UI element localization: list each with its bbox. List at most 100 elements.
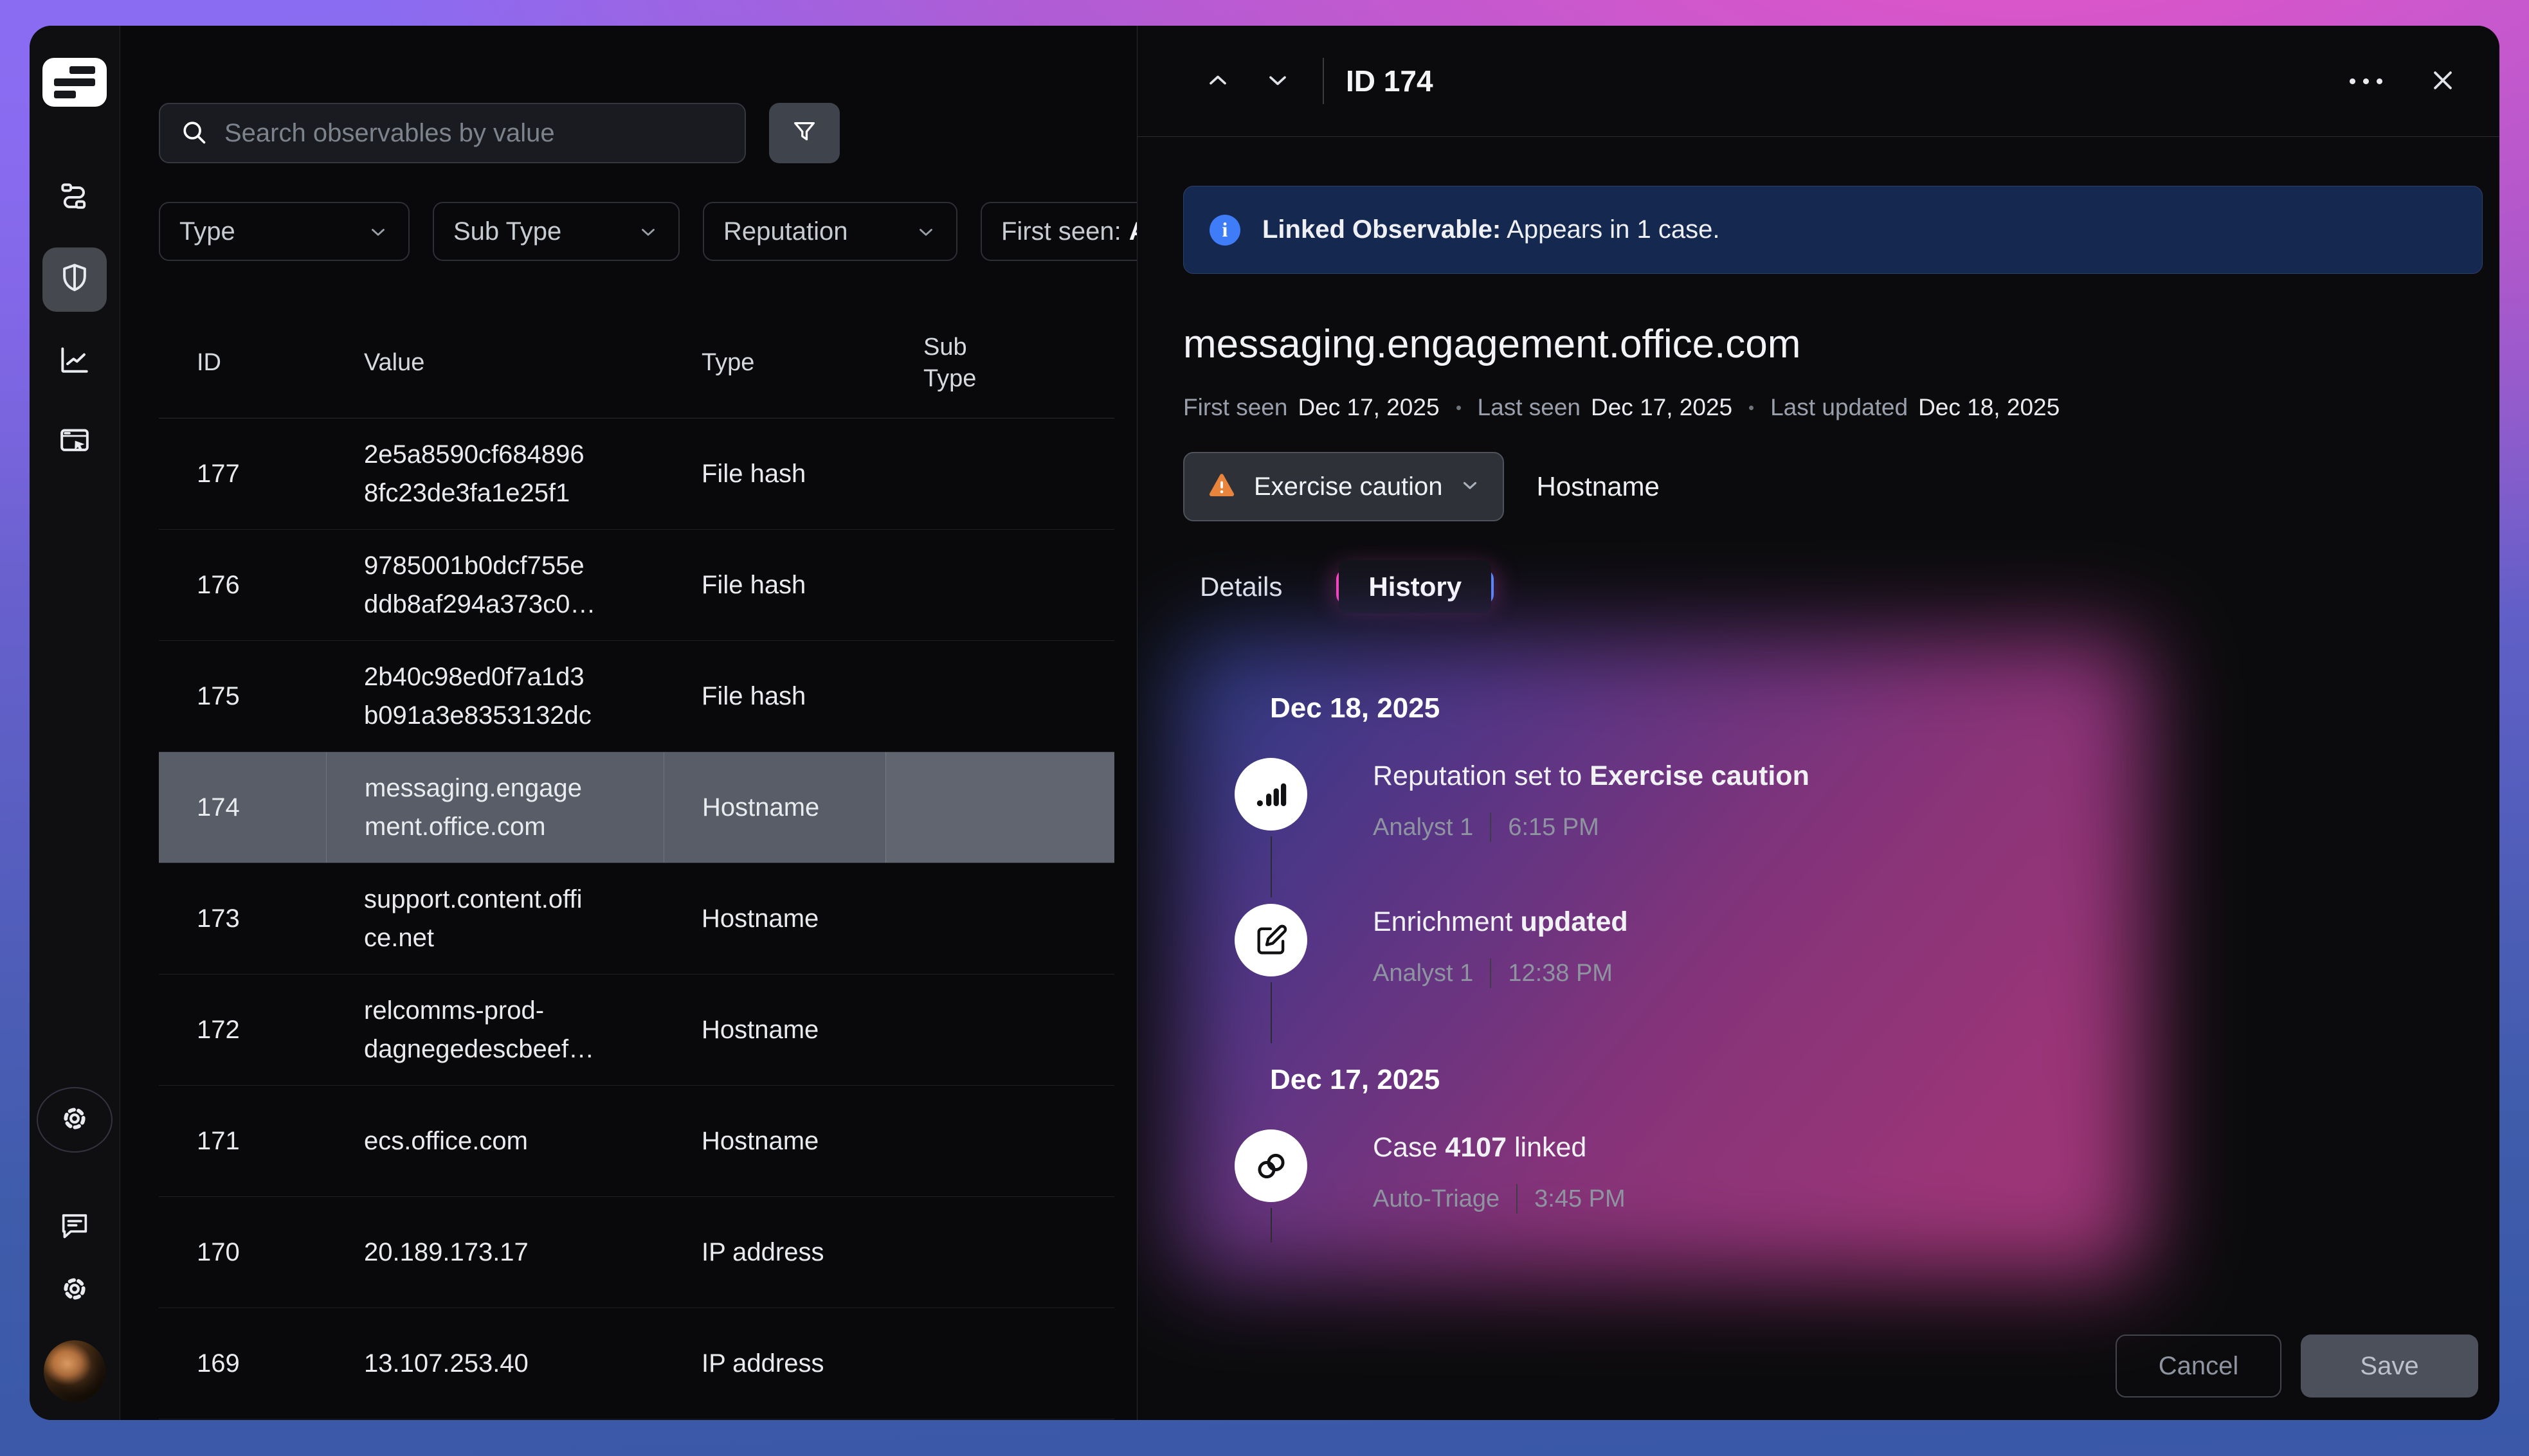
column-header-type: Type <box>664 347 885 379</box>
observables-list-panel: TypeSub TypeReputationFirst seen:A ID Va… <box>120 26 1138 1420</box>
chevron-up-icon <box>1204 66 1232 96</box>
cell-type: Hostname <box>664 1011 885 1049</box>
gear-icon <box>58 1102 91 1138</box>
chat-icon <box>58 1209 91 1246</box>
meta-label: Last seen <box>1478 394 1581 421</box>
filter-button[interactable] <box>769 103 840 163</box>
signal-bars-icon <box>1235 758 1307 831</box>
cell-value: 9785001b0dcf755e ddb8af294a373c0… <box>326 546 664 624</box>
filter-chip-type[interactable]: Type <box>159 202 410 261</box>
cell-id: 177 <box>159 454 326 493</box>
previous-record-button[interactable] <box>1200 63 1236 99</box>
event-title: Case 4107 linked <box>1373 1132 1626 1164</box>
linked-observable-banner: i Linked Observable: Appears in 1 case. <box>1183 186 2483 274</box>
close-icon <box>2429 66 2457 96</box>
history-event: Case 4107 linkedAuto-Triage3:45 PM <box>1235 1129 2090 1214</box>
event-time: 6:15 PM <box>1508 814 1599 841</box>
cancel-button[interactable]: Cancel <box>2116 1335 2281 1398</box>
gear-icon <box>58 1272 91 1309</box>
sidebar-item-line-chart[interactable] <box>42 329 107 393</box>
filter-label: Sub Type <box>453 217 561 246</box>
reputation-label: Exercise caution <box>1254 472 1442 501</box>
tab-details[interactable]: Details <box>1183 559 1299 615</box>
event-meta: Analyst 1 12:38 PM <box>1373 958 1628 988</box>
event-time: 12:38 PM <box>1508 960 1613 987</box>
cell-type: Hostname <box>664 899 885 938</box>
tab-history-label: History <box>1339 560 1491 613</box>
event-actor: Auto-Triage <box>1373 1185 1500 1213</box>
meta-label: Last updated <box>1770 394 1908 421</box>
filter-value: A <box>1129 217 1138 246</box>
sidebar-bottom <box>37 1087 113 1420</box>
cell-id: 175 <box>159 677 326 715</box>
tab-history[interactable]: History <box>1336 569 1494 605</box>
cell-value: support.content.offi ce.net <box>326 880 664 957</box>
close-panel-button[interactable] <box>2425 63 2461 99</box>
cell-value: 2e5a8590cf684896 8fc23de3fa1e25f1 <box>326 435 664 512</box>
avatar[interactable] <box>44 1340 105 1402</box>
reputation-dropdown[interactable]: Exercise caution <box>1183 452 1504 521</box>
sidebar-item-gear-ring[interactable] <box>37 1087 113 1153</box>
meta-label: First seen <box>1183 394 1287 421</box>
table-row-175[interactable]: 1752b40c98ed0f7a1d3 b091a3e8353132dcFile… <box>159 641 1114 752</box>
event-body: Reputation set to Exercise caution Analys… <box>1373 758 1809 842</box>
chevron-down-icon <box>637 220 659 242</box>
save-button[interactable]: Save <box>2301 1335 2478 1398</box>
table-row-176[interactable]: 1769785001b0dcf755e ddb8af294a373c0…File… <box>159 530 1114 641</box>
table-row-169[interactable]: 16913.107.253.40IP address <box>159 1308 1114 1419</box>
sidebar-item-browser-click[interactable] <box>42 411 107 475</box>
table-row-173[interactable]: 173support.content.offi ce.netHostname <box>159 863 1114 975</box>
column-header-subtype: Sub Type <box>885 332 1020 395</box>
observable-meta: First seenDec 17, 2025Last seenDec 17, 2… <box>1183 394 2499 421</box>
cell-type: Hostname <box>664 1122 885 1160</box>
detail-tabs: Details History <box>1183 559 2499 615</box>
panel-footer: Cancel Save <box>2116 1335 2478 1398</box>
cell-value: 2b40c98ed0f7a1d3 b091a3e8353132dc <box>326 658 664 735</box>
table-body: 1772e5a8590cf684896 8fc23de3fa1e25f1File… <box>159 418 1114 1419</box>
cell-type: File hash <box>664 454 885 493</box>
cell-id: 173 <box>159 899 326 938</box>
sidebar-item-route[interactable] <box>42 166 107 230</box>
chevron-down-icon <box>1459 474 1481 499</box>
event-title: Reputation set to Exercise caution <box>1373 760 1809 792</box>
event-actor: Analyst 1 <box>1373 960 1473 987</box>
logo-bars-icon <box>54 66 95 98</box>
history-event: Reputation set to Exercise caution Analys… <box>1235 758 2090 842</box>
more-options-button[interactable] <box>2337 66 2395 97</box>
event-body: Enrichment updatedAnalyst 112:38 PM <box>1373 904 1628 988</box>
filter-chip-reputation[interactable]: Reputation <box>703 202 957 261</box>
table-row-171[interactable]: 171ecs.office.comHostname <box>159 1086 1114 1197</box>
event-actor: Analyst 1 <box>1373 814 1473 841</box>
cell-value: ecs.office.com <box>326 1122 664 1160</box>
sidebar-item-shield[interactable] <box>42 247 107 312</box>
filter-label: First seen:A <box>1001 217 1138 246</box>
banner-text: Appears in 1 case. <box>1501 215 1719 244</box>
next-record-button[interactable] <box>1260 63 1296 99</box>
cell-id: 170 <box>159 1233 326 1272</box>
reputation-row: Exercise caution Hostname <box>1183 452 2499 521</box>
app-logo-icon[interactable] <box>42 58 107 107</box>
table-row-170[interactable]: 17020.189.173.17IP address <box>159 1197 1114 1308</box>
search-input[interactable] <box>223 118 725 148</box>
cell-type: IP address <box>664 1233 885 1272</box>
filter-chip-first-seen[interactable]: First seen:A <box>981 202 1138 261</box>
table-row-172[interactable]: 172relcomms-prod- dagnegedescbeef…Hostna… <box>159 975 1114 1086</box>
cell-id: 176 <box>159 566 326 604</box>
table-row-177[interactable]: 1772e5a8590cf684896 8fc23de3fa1e25f1File… <box>159 418 1114 530</box>
sidebar-item-chat[interactable] <box>42 1203 107 1252</box>
event-meta: Analyst 1 6:15 PM <box>1373 813 1809 842</box>
filter-chip-sub-type[interactable]: Sub Type <box>433 202 680 261</box>
detail-header: ID 174 <box>1138 26 2499 137</box>
sidebar-nav <box>42 166 107 475</box>
search-icon <box>179 118 208 149</box>
meta-dot-separator <box>1456 406 1461 410</box>
history-date: Dec 18, 2025 <box>1270 692 2090 724</box>
table-row-174[interactable]: 174messaging.engage ment.office.comHostn… <box>159 752 1114 863</box>
history-event: Enrichment updatedAnalyst 112:38 PM <box>1235 904 2090 988</box>
cell-id: 174 <box>159 788 326 827</box>
info-icon: i <box>1210 215 1240 246</box>
column-header-id: ID <box>159 347 326 379</box>
sidebar-item-gear[interactable] <box>42 1266 107 1315</box>
cell-type: IP address <box>664 1344 885 1383</box>
observable-name: messaging.engagement.office.com <box>1183 321 2499 367</box>
